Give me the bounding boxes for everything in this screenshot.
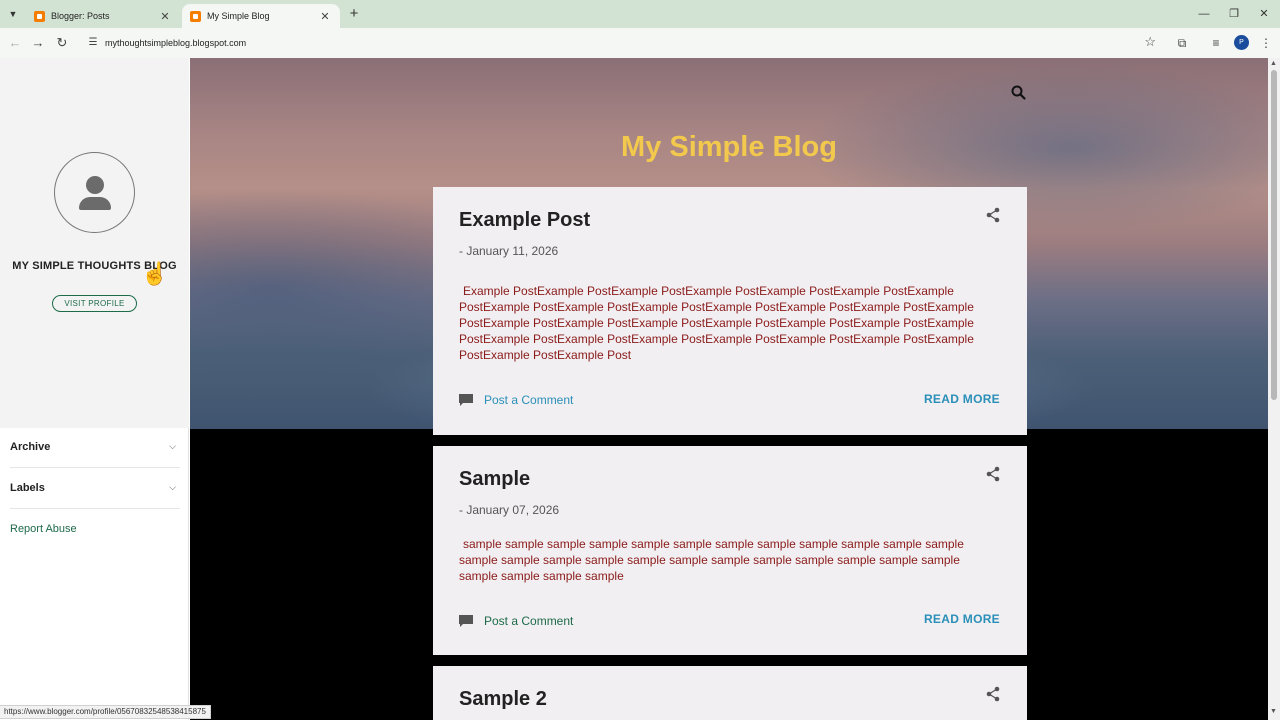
post-snippet: sample sample sample sample sample sampl… <box>459 537 964 583</box>
hand-cursor-icon: ☝ <box>141 261 169 286</box>
post-date[interactable]: - January 11, 2026 <box>459 244 558 258</box>
browser-toolbar: ← → ↻ ☰ mythoughtsimpleblog.blogspot.com… <box>0 28 1280 58</box>
tab-search-dropdown-icon[interactable]: ▼ <box>4 5 22 23</box>
profile-avatar[interactable]: P <box>1234 35 1249 50</box>
blog-title[interactable]: My Simple Blog <box>190 131 1268 164</box>
tab-close-icon[interactable]: ✕ <box>318 10 332 23</box>
tab-title: My Simple Blog <box>207 11 270 21</box>
share-icon[interactable] <box>985 207 1001 223</box>
labels-widget[interactable]: Labels ⌵ <box>10 469 180 509</box>
tab-my-simple-blog[interactable]: My Simple Blog ✕ <box>182 4 340 28</box>
back-icon[interactable]: ← <box>5 33 25 53</box>
main-content: My Simple Blog Example Post - January 11… <box>190 58 1268 720</box>
archive-widget[interactable]: Archive ⌵ <box>10 428 180 468</box>
extensions-icon[interactable]: ⧉ <box>1172 33 1192 53</box>
profile-panel: MY SIMPLE THOUGHTS BLOG VISIT PROFILE ☝ <box>0 58 189 428</box>
reload-icon[interactable]: ↻ <box>52 33 72 53</box>
tab-blogger-posts[interactable]: Blogger: Posts ✕ <box>26 4 180 28</box>
window-close-icon[interactable]: ✕ <box>1249 4 1279 24</box>
labels-label: Labels <box>10 482 45 494</box>
chevron-down-icon[interactable]: ⌵ <box>169 441 176 452</box>
comment-icon <box>459 615 473 627</box>
scroll-down-icon[interactable]: ▼ <box>1270 708 1277 715</box>
post-title[interactable]: Sample 2 <box>459 688 547 711</box>
minimize-icon[interactable]: — <box>1189 4 1219 24</box>
address-bar[interactable]: ☰ mythoughtsimpleblog.blogspot.com ☆ <box>80 31 1166 55</box>
browser-tab-bar: ▼ Blogger: Posts ✕ My Simple Blog ✕ + — … <box>0 0 1280 28</box>
avatar-body-shape <box>79 197 111 210</box>
profile-avatar-image[interactable] <box>54 152 135 233</box>
report-abuse-link[interactable]: Report Abuse <box>10 523 77 535</box>
blogger-icon <box>34 10 45 22</box>
post-title[interactable]: Example Post <box>459 209 590 232</box>
sidebar: MY SIMPLE THOUGHTS BLOG VISIT PROFILE ☝ … <box>0 58 189 720</box>
comment-label[interactable]: Post a Comment <box>484 393 573 407</box>
page-scrollbar[interactable]: ▲ ▼ <box>1268 58 1280 720</box>
visit-profile-button[interactable]: VISIT PROFILE <box>52 295 137 312</box>
post-card: Sample 2 <box>433 666 1027 720</box>
scroll-up-icon[interactable]: ▲ <box>1270 60 1277 67</box>
comment-icon <box>459 394 473 406</box>
post-comment-link[interactable]: Post a Comment <box>459 393 573 407</box>
share-icon[interactable] <box>985 466 1001 482</box>
tab-close-icon[interactable]: ✕ <box>158 10 172 23</box>
read-more-button[interactable]: READ MORE <box>924 612 1000 626</box>
blogger-icon <box>190 10 201 22</box>
avatar-head-shape <box>86 176 104 194</box>
post-card: Sample - January 07, 2026 sample sample … <box>433 446 1027 655</box>
media-controls-icon[interactable]: ≡ <box>1206 33 1226 53</box>
post-comment-link[interactable]: Post a Comment <box>459 614 573 628</box>
search-icon[interactable] <box>1010 84 1028 102</box>
tab-title: Blogger: Posts <box>51 11 110 21</box>
read-more-button[interactable]: READ MORE <box>924 392 1000 406</box>
post-card: Example Post - January 11, 2026 Example … <box>433 187 1027 435</box>
post-snippet: Example PostExample PostExample PostExam… <box>459 284 974 362</box>
url-text[interactable]: mythoughtsimpleblog.blogspot.com <box>105 31 246 55</box>
post-title[interactable]: Sample <box>459 468 530 491</box>
post-date[interactable]: - January 07, 2026 <box>459 503 559 517</box>
link-status-bar: https://www.blogger.com/profile/05670832… <box>0 705 211 719</box>
menu-kebab-icon[interactable]: ⋮ <box>1256 33 1276 53</box>
comment-label[interactable]: Post a Comment <box>484 614 573 628</box>
bookmark-star-icon[interactable]: ☆ <box>1144 34 1156 50</box>
forward-icon[interactable]: → <box>28 33 48 53</box>
archive-label: Archive <box>10 441 51 453</box>
chevron-down-icon[interactable]: ⌵ <box>169 482 176 493</box>
share-icon[interactable] <box>985 686 1001 702</box>
new-tab-icon[interactable]: + <box>345 5 363 23</box>
scrollbar-thumb[interactable] <box>1271 70 1277 400</box>
restore-icon[interactable]: ❐ <box>1219 4 1249 24</box>
blog-page: MY SIMPLE THOUGHTS BLOG VISIT PROFILE ☝ … <box>0 58 1280 720</box>
site-info-icon[interactable]: ☰ <box>86 35 100 51</box>
